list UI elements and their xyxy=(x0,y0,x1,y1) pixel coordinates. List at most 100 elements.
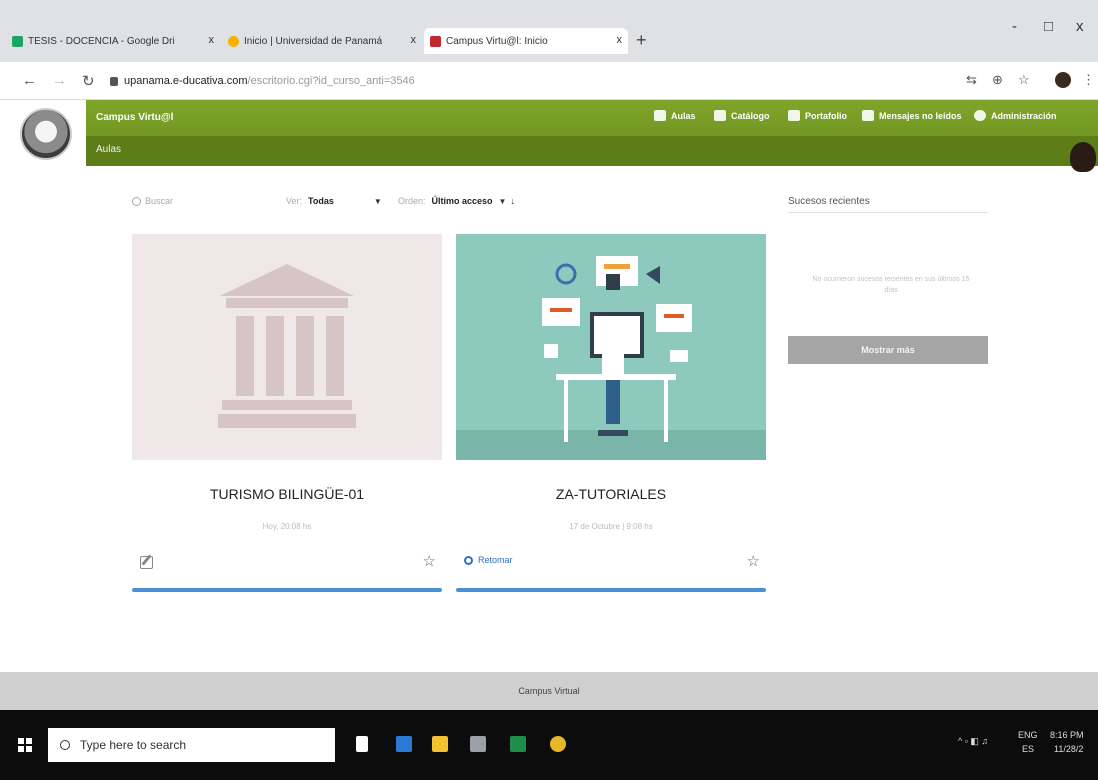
clock-time[interactable]: 8:16 PM xyxy=(1050,730,1084,740)
nav-administracion[interactable]: Administración xyxy=(974,110,1057,121)
nav-portafolio[interactable]: Portafolio xyxy=(788,110,847,121)
campus-header: Campus Virtu@l Aulas Aulas Catálogo Port… xyxy=(86,100,1098,166)
forward-arrow-icon[interactable]: → xyxy=(52,72,67,89)
system-tray-icons[interactable]: ^ ▫ ◧ ♫ xyxy=(958,736,988,747)
windows-start-icon[interactable] xyxy=(18,738,32,752)
tab-title: TESIS - DOCENCIA - Google Dri xyxy=(28,35,175,47)
tab-close-icon[interactable]: x xyxy=(411,34,417,46)
address-bar-row: ← → ↻ upanama.e-ducativa.com /escritorio… xyxy=(0,62,1098,100)
course-last-access: 17 de Octubre | 9:08 hs xyxy=(569,522,653,531)
nav-label: Catálogo xyxy=(731,110,770,121)
favorite-star-icon[interactable]: ☆ xyxy=(747,552,760,570)
menu-kebab-icon[interactable]: ⋮ xyxy=(1082,72,1095,88)
course-search-input[interactable]: Buscar xyxy=(132,196,173,206)
course-last-access: Hoy, 20:08 hs xyxy=(262,522,312,531)
user-avatar[interactable] xyxy=(1070,142,1096,172)
excel-icon[interactable] xyxy=(510,736,526,752)
region-indicator[interactable]: ES xyxy=(1022,744,1034,754)
back-arrow-icon[interactable]: ← xyxy=(22,72,37,89)
tab-title: Campus Virtu@l: Inicio xyxy=(446,35,548,47)
app-icon[interactable] xyxy=(470,736,486,752)
course-title[interactable]: TURISMO BILINGÜE-01 xyxy=(132,486,442,502)
url-host: upanama.e-ducativa.com xyxy=(124,75,248,87)
close-window-button[interactable]: x xyxy=(1076,18,1084,35)
brand-name[interactable]: Campus Virtu@l xyxy=(96,112,173,123)
bookmark-star-icon[interactable]: ☆ xyxy=(1018,72,1030,88)
minimize-button[interactable]: - xyxy=(1012,18,1017,35)
tab-close-icon[interactable]: x xyxy=(617,34,623,46)
page-footer: Campus Virtual xyxy=(0,672,1098,710)
tab-universidad[interactable]: Inicio | Universidad de Panamá x xyxy=(222,28,422,54)
divider xyxy=(788,212,988,213)
tab-campus-virtual[interactable]: Campus Virtu@l: Inicio x xyxy=(424,28,628,54)
gear-icon xyxy=(974,110,986,121)
maximize-button[interactable]: □ xyxy=(1044,18,1053,35)
nav-catalogo[interactable]: Catálogo xyxy=(714,110,770,121)
show-more-button[interactable]: Mostrar más xyxy=(788,336,988,364)
taskbar-search-input[interactable]: Type here to search xyxy=(48,728,335,762)
zoom-icon[interactable]: ⊕ xyxy=(992,72,1003,88)
search-icon xyxy=(60,740,70,750)
tab-close-icon[interactable]: x xyxy=(209,34,215,46)
reload-icon[interactable]: ↻ xyxy=(82,72,95,90)
classroom-icon xyxy=(654,110,666,121)
file-explorer-icon[interactable] xyxy=(432,736,448,752)
google-drive-icon xyxy=(12,35,23,47)
recent-events-empty-text: No ocurrieron sucesos recientes en sus ú… xyxy=(812,276,970,294)
translate-icon[interactable]: ⇆ xyxy=(966,72,977,88)
nav-aulas[interactable]: Aulas xyxy=(654,110,696,121)
view-value: Todas xyxy=(308,196,334,206)
screen: TESIS - DOCENCIA - Google Dri x Inicio |… xyxy=(0,0,1098,780)
caret-down-icon: ▼ xyxy=(373,196,382,206)
tutorial-illustration-icon xyxy=(456,256,766,460)
url-field[interactable]: upanama.e-ducativa.com /escritorio.cgi?i… xyxy=(110,68,940,94)
nav-mensajes[interactable]: Mensajes no leídos xyxy=(862,110,962,121)
edge-icon[interactable] xyxy=(396,736,412,752)
university-logo[interactable] xyxy=(20,108,72,160)
favorite-star-icon[interactable]: ☆ xyxy=(423,552,436,570)
search-placeholder: Buscar xyxy=(145,196,174,206)
tab-drive[interactable]: TESIS - DOCENCIA - Google Dri x xyxy=(6,28,220,54)
new-tab-button[interactable]: + xyxy=(636,30,647,51)
url-path: /escritorio.cgi?id_curso_anti=3546 xyxy=(247,75,415,87)
course-image[interactable] xyxy=(132,234,442,460)
course-card-footer: Retomar ☆ xyxy=(456,552,766,580)
resume-icon xyxy=(464,555,473,565)
course-card-footer: ☆ xyxy=(132,552,442,580)
footer-text: Campus Virtual xyxy=(518,686,580,696)
edit-icon[interactable] xyxy=(140,556,153,569)
institution-building-icon xyxy=(218,264,356,428)
campus-favicon-icon xyxy=(430,35,441,47)
view-filter-select[interactable]: Ver: Todas ▼ xyxy=(286,196,382,206)
portfolio-icon xyxy=(788,110,800,121)
breadcrumb[interactable]: Aulas xyxy=(96,144,121,155)
view-label: Ver: xyxy=(286,196,303,206)
tab-title: Inicio | Universidad de Panamá xyxy=(244,35,383,47)
course-card[interactable]: ZA-TUTORIALES 17 de Octubre | 9:08 hs Re… xyxy=(456,234,766,594)
order-filter-select[interactable]: Orden: Último acceso ▼ ↓ xyxy=(398,196,515,206)
nav-label: Aulas xyxy=(671,110,696,121)
search-icon xyxy=(132,196,141,206)
nav-label: Administración xyxy=(991,110,1057,121)
resume-link[interactable]: Retomar xyxy=(464,555,513,565)
windows-taskbar: Type here to search ^ ▫ ◧ ♫ ENG ES 8:16 … xyxy=(0,710,1098,780)
order-label: Orden: xyxy=(398,196,426,206)
course-card[interactable]: TURISMO BILINGÜE-01 Hoy, 20:08 hs ☆ xyxy=(132,234,442,594)
taskbar-search-placeholder: Type here to search xyxy=(80,738,187,752)
course-image[interactable] xyxy=(456,234,766,460)
task-view-icon[interactable] xyxy=(356,736,368,752)
cart-icon xyxy=(714,110,726,121)
nav-label: Mensajes no leídos xyxy=(879,110,962,121)
sort-arrow-icon[interactable]: ↓ xyxy=(510,196,515,206)
envelope-icon xyxy=(862,110,874,121)
resume-label: Retomar xyxy=(478,555,513,565)
course-progress-bar xyxy=(456,588,766,592)
profile-avatar-icon[interactable] xyxy=(1055,72,1071,88)
language-indicator[interactable]: ENG xyxy=(1018,730,1038,740)
recent-events-title: Sucesos recientes xyxy=(788,196,870,207)
course-title[interactable]: ZA-TUTORIALES xyxy=(456,486,766,502)
clock-date[interactable]: 11/28/2 xyxy=(1054,744,1083,754)
lock-icon xyxy=(110,76,118,86)
chrome-icon[interactable] xyxy=(550,736,566,752)
nav-label: Portafolio xyxy=(805,110,847,121)
